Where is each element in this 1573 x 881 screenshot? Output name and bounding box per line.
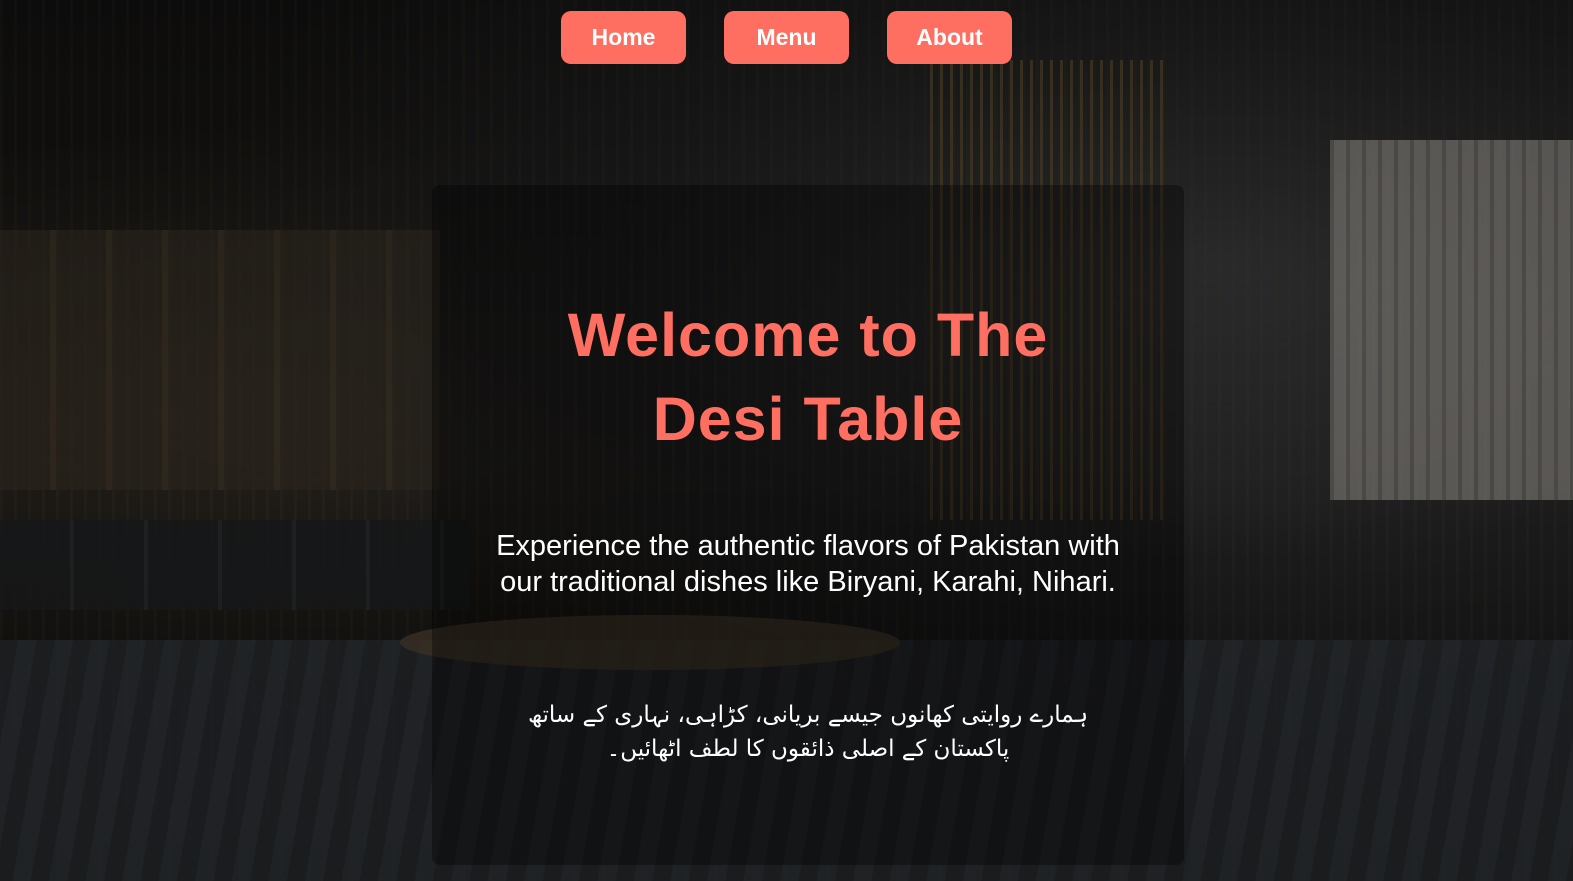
nav-home-button[interactable]: Home	[561, 11, 686, 64]
page: Home Menu About Welcome to The Desi Tabl…	[0, 0, 1573, 881]
background-wine-wall	[0, 230, 440, 490]
main-nav: Home Menu About	[0, 11, 1573, 64]
background-window	[1330, 140, 1573, 500]
hero-description-urdu: ہمارے روایتی کھانوں جیسے بریانی، کڑاہی، …	[527, 702, 1089, 762]
hero-title-container: Welcome to The Desi Table	[520, 293, 1096, 461]
hero-description: Experience the authentic flavors of Paki…	[496, 530, 1120, 598]
nav-menu-button[interactable]: Menu	[724, 11, 849, 64]
hero-title: Welcome to The Desi Table	[567, 301, 1049, 453]
background-bench	[0, 520, 470, 610]
nav-about-button[interactable]: About	[887, 11, 1012, 64]
